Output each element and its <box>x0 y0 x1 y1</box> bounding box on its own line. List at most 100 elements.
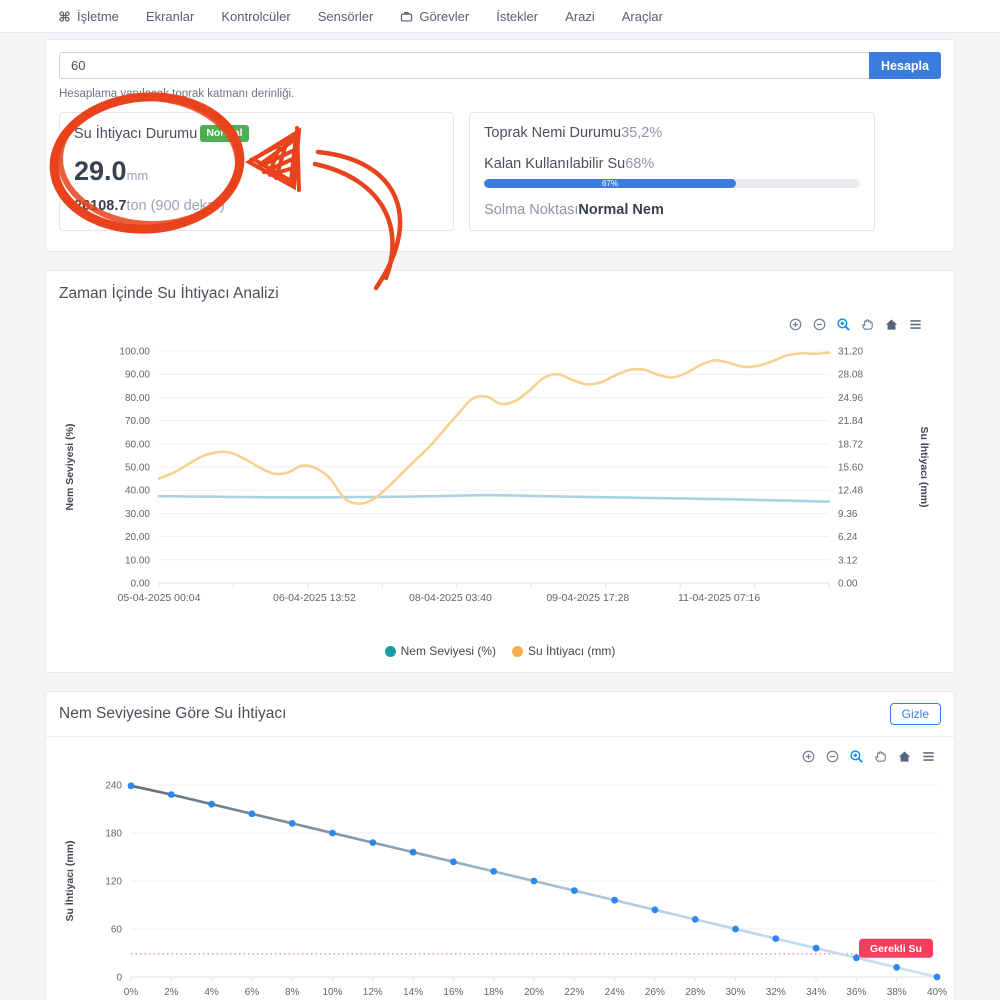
data-point-marker[interactable] <box>450 858 457 865</box>
nav-item-label: Araçlar <box>622 9 663 24</box>
moisture-water-header: Nem Seviyesine Göre Su İhtiyacı Gizle <box>46 692 954 737</box>
menu-icon[interactable] <box>908 317 923 337</box>
top-navbar: İşletme Ekranlar Kontrolcüler Sensörler Göre… <box>0 0 1000 33</box>
data-point-marker[interactable] <box>249 810 256 817</box>
nav-item-label: Ekranlar <box>146 9 194 24</box>
data-point-marker[interactable] <box>369 839 376 846</box>
water-total-row: 26108.7ton (900 dekar) <box>74 198 439 214</box>
data-point-marker[interactable] <box>531 878 538 885</box>
water-need-card-title: Su İhtiyacı Durumu <box>74 126 197 142</box>
depth-input[interactable] <box>59 52 869 79</box>
calculation-panel: Hesapla Hesaplama yapılacak toprak katma… <box>45 39 955 252</box>
data-point-marker[interactable] <box>772 935 779 942</box>
data-point-marker[interactable] <box>168 791 175 798</box>
x-tick-label: 6% <box>245 987 260 998</box>
available-water-value: 68% <box>625 156 654 172</box>
nav-item-kontrolculer[interactable]: Kontrolcüler <box>221 9 290 24</box>
y-right-tick-label: 9.36 <box>838 509 858 520</box>
nav-item-label: İstekler <box>496 9 538 24</box>
moisture-water-chart[interactable]: 0601201802400%2%4%6%8%10%12%14%16%18%20%… <box>46 769 954 1000</box>
y-right-tick-label: 21.84 <box>838 416 863 427</box>
x-tick-label: 24% <box>605 987 625 998</box>
y-left-tick-label: 70.00 <box>125 416 150 427</box>
pan-icon[interactable] <box>860 317 875 337</box>
selection-zoom-icon[interactable] <box>849 749 864 769</box>
data-point-marker[interactable] <box>410 849 417 856</box>
y-right-tick-label: 31.20 <box>838 347 863 358</box>
x-tick-label: 28% <box>685 987 705 998</box>
x-tick-label: 0% <box>124 987 139 998</box>
water-need-value-row: 29.0mm <box>74 156 439 187</box>
data-point-marker[interactable] <box>732 926 739 933</box>
x-tick-label: 22% <box>564 987 584 998</box>
x-tick-label: 40% <box>927 987 947 998</box>
y-left-tick-label: 100.00 <box>119 347 150 358</box>
nav-item-sensorler[interactable]: Sensörler <box>318 9 374 24</box>
nav-item-label: Sensörler <box>318 9 374 24</box>
menu-icon[interactable] <box>921 749 936 769</box>
x-tick-label: 18% <box>484 987 504 998</box>
data-point-marker[interactable] <box>692 916 699 923</box>
data-point-marker[interactable] <box>853 954 860 961</box>
data-point-marker[interactable] <box>652 906 659 913</box>
data-point-marker[interactable] <box>329 830 336 837</box>
moisture-status-row: Toprak Nemi Durumu35,2% <box>484 125 860 141</box>
y-axis-title: Su İhtiyacı (mm) <box>63 840 76 921</box>
data-point-marker[interactable] <box>934 974 941 981</box>
x-tick-label: 11-04-2025 07:16 <box>678 592 760 604</box>
x-tick-label: 09-04-2025 17:28 <box>546 592 629 604</box>
y-left-tick-label: 60.00 <box>125 439 150 450</box>
y-left-tick-label: 90.00 <box>125 370 150 381</box>
x-tick-label: 16% <box>443 987 463 998</box>
y-tick-label: 120 <box>105 877 122 888</box>
legend-item[interactable]: Su İhtiyacı (mm) <box>512 644 615 658</box>
zoom-out-icon[interactable] <box>812 317 827 337</box>
data-point-marker[interactable] <box>611 897 618 904</box>
data-point-marker[interactable] <box>289 820 296 827</box>
required-water-badge-label: Gerekli Su <box>870 943 922 955</box>
data-point-marker[interactable] <box>571 887 578 894</box>
nav-item-arazi[interactable]: Arazi <box>565 9 595 24</box>
moisture-status-label: Toprak Nemi Durumu <box>484 125 621 141</box>
water-total-unit: ton (900 dekar) <box>126 198 224 214</box>
zoom-in-icon[interactable] <box>801 749 816 769</box>
pan-icon[interactable] <box>873 749 888 769</box>
y-left-tick-label: 20.00 <box>125 532 150 543</box>
nav-item-isletme[interactable]: İşletme <box>58 9 119 24</box>
hide-button[interactable]: Gizle <box>890 703 941 725</box>
water-need-card: Su İhtiyacı DurumuNormal 29.0mm 26108.7t… <box>59 112 454 231</box>
selection-zoom-icon[interactable] <box>836 317 851 337</box>
x-tick-label: 8% <box>285 987 300 998</box>
moisture-status-value: 35,2% <box>621 125 662 141</box>
page-content: Hesapla Hesaplama yapılacak toprak katma… <box>0 33 1000 1000</box>
nav-item-ekranlar[interactable]: Ekranlar <box>146 9 194 24</box>
data-point-marker[interactable] <box>490 868 497 875</box>
series-line-water-need <box>159 353 829 504</box>
nav-item-gorevler[interactable]: Görevler <box>400 9 469 24</box>
calculate-button[interactable]: Hesapla <box>869 52 941 79</box>
y-left-axis-title: Nem Seviyesi (%) <box>64 424 76 511</box>
data-point-marker[interactable] <box>208 801 215 808</box>
time-analysis-svg: 0.000.0010.003.1220.006.2430.009.3640.00… <box>59 337 939 637</box>
data-point-marker[interactable] <box>893 964 900 971</box>
chart1-toolbar <box>59 317 923 337</box>
y-tick-label: 180 <box>105 829 122 840</box>
data-point-marker[interactable] <box>128 782 135 789</box>
home-icon[interactable] <box>884 317 899 337</box>
zoom-in-icon[interactable] <box>788 317 803 337</box>
progressbar-fill: 67% <box>484 179 736 188</box>
nav-item-label: Arazi <box>565 9 595 24</box>
x-tick-label: 4% <box>204 987 219 998</box>
time-analysis-chart[interactable]: 0.000.0010.003.1220.006.2430.009.3640.00… <box>59 337 941 642</box>
y-left-tick-label: 0.00 <box>131 579 151 590</box>
chart2-toolbar <box>46 749 936 769</box>
nav-item-istekler[interactable]: İstekler <box>496 9 538 24</box>
available-water-progressbar: 67% <box>484 179 860 188</box>
x-tick-label: 14% <box>403 987 423 998</box>
command-icon <box>58 10 71 23</box>
zoom-out-icon[interactable] <box>825 749 840 769</box>
legend-item[interactable]: Nem Seviyesi (%) <box>385 644 496 658</box>
nav-item-araclar[interactable]: Araçlar <box>622 9 663 24</box>
home-icon[interactable] <box>897 749 912 769</box>
data-point-marker[interactable] <box>813 945 820 952</box>
